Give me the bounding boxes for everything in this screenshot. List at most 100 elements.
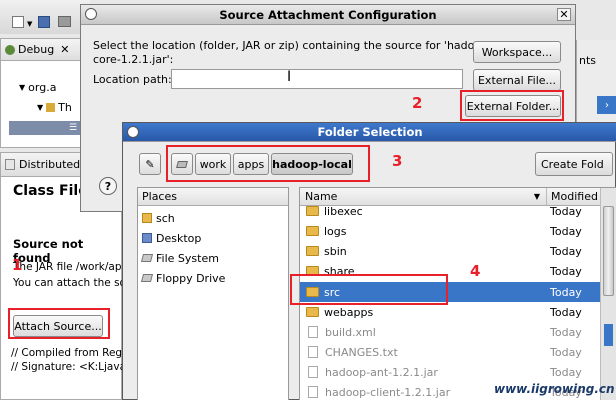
tree-row-org-label: org.a xyxy=(28,80,57,94)
tree-row-org[interactable]: ▼ org.a xyxy=(1,79,90,95)
place-home[interactable]: sch xyxy=(142,208,175,228)
expand-arrow-icon[interactable]: ▼ xyxy=(19,83,25,92)
dropdown-arrow-icon[interactable]: ▼ xyxy=(27,20,32,28)
print-icon[interactable] xyxy=(58,16,71,27)
annotation-box-external-folder xyxy=(460,90,564,121)
close-icon[interactable]: ✕ xyxy=(60,43,69,56)
annotation-label-1: 1 xyxy=(12,256,23,274)
file-name: CHANGES.txt xyxy=(325,345,398,359)
place-desktop-label: Desktop xyxy=(156,231,202,245)
scroll-marker xyxy=(604,324,613,346)
place-file-system[interactable]: File System xyxy=(140,248,219,268)
location-path-label: Location path: xyxy=(93,73,172,86)
column-name-header[interactable]: Name ▼ xyxy=(300,188,547,205)
column-modified-header[interactable]: Modified xyxy=(548,188,600,205)
class-file-icon xyxy=(5,159,15,170)
column-modified-label: Modified xyxy=(551,190,598,203)
tree-row-thread-label: Th xyxy=(58,100,72,114)
file-row-logs[interactable]: logs Today xyxy=(300,221,600,241)
watermark-text: www.iigrowing.cn xyxy=(494,382,615,396)
folder-icon xyxy=(306,226,319,236)
file-list-header: Name ▼ Modified xyxy=(300,188,600,206)
home-folder-icon xyxy=(142,213,152,223)
file-modified: Today xyxy=(550,244,582,258)
pencil-icon: ✎ xyxy=(145,157,155,171)
class-file-title: Class File xyxy=(13,183,88,199)
tab-debug[interactable]: Debug ✕ xyxy=(1,39,90,61)
places-header[interactable]: Places xyxy=(138,188,288,206)
window-menu-icon[interactable] xyxy=(127,126,139,138)
signature-text: // Signature: <K:Ljava, xyxy=(11,361,130,373)
file-modified: Today xyxy=(550,305,582,319)
attach-hint-text: You can attach the so xyxy=(13,277,126,289)
edit-location-button[interactable]: ✎ xyxy=(139,153,161,175)
desktop-icon xyxy=(142,233,152,243)
folder-icon xyxy=(306,307,319,317)
tree-row-selected[interactable]: ☰ xyxy=(9,121,90,135)
file-icon xyxy=(308,326,318,338)
tab-editor-label: DistributedF xyxy=(19,158,87,171)
file-row-sbin[interactable]: sbin Today xyxy=(300,241,600,261)
jar-path-text: The JAR file /work/app xyxy=(13,261,129,273)
scrollbar-thumb[interactable] xyxy=(603,206,614,296)
file-name: hadoop-ant-1.2.1.jar xyxy=(325,365,438,379)
file-modified: Today xyxy=(550,345,582,359)
file-list-scrollbar[interactable] xyxy=(600,188,616,400)
window-menu-icon[interactable] xyxy=(85,8,97,20)
file-name: libexec xyxy=(324,206,363,218)
floppy-icon xyxy=(140,274,154,282)
external-file-button[interactable]: External File... xyxy=(473,69,561,91)
file-name: logs xyxy=(324,224,347,238)
file-row-changes-txt[interactable]: CHANGES.txt Today xyxy=(300,342,600,362)
folder-dialog-title: Folder Selection xyxy=(317,125,423,139)
file-row-hadoop-ant[interactable]: hadoop-ant-1.2.1.jar Today xyxy=(300,362,600,382)
folder-icon xyxy=(306,206,319,216)
file-row-build-xml[interactable]: build.xml Today xyxy=(300,322,600,342)
file-icon xyxy=(308,366,318,378)
file-name: build.xml xyxy=(325,325,376,339)
source-dialog-titlebar[interactable]: Source Attachment Configuration ✕ xyxy=(81,5,575,25)
eclipse-toolbar: ▼ xyxy=(0,0,90,34)
place-floppy[interactable]: Floppy Drive xyxy=(140,268,226,288)
stack-frame-icon: ☰ xyxy=(69,123,78,133)
file-modified: Today xyxy=(550,224,582,238)
source-dialog-description-1: Select the location (folder, JAR or zip)… xyxy=(93,39,493,52)
text-cursor-icon: I xyxy=(287,69,292,85)
annotation-box-attach-source xyxy=(8,308,110,339)
debug-bug-icon xyxy=(5,44,15,55)
annotation-label-4: 4 xyxy=(470,262,481,280)
annotation-box-path-bar xyxy=(166,145,370,182)
place-file-system-label: File System xyxy=(156,251,219,265)
debug-view: Debug ✕ ▼ org.a ▼ Th ☰ xyxy=(0,38,90,148)
place-floppy-label: Floppy Drive xyxy=(156,271,226,285)
right-blue-button[interactable]: › xyxy=(597,96,616,114)
place-home-label: sch xyxy=(156,211,175,225)
source-dialog-description-2: core-1.2.1.jar': xyxy=(93,53,174,66)
thread-icon xyxy=(46,102,56,112)
tab-debug-label: Debug xyxy=(18,43,55,56)
file-row-webapps[interactable]: webapps Today xyxy=(300,302,600,322)
close-icon[interactable]: ✕ xyxy=(557,8,571,21)
file-row-libexec[interactable]: libexec Today xyxy=(300,206,600,221)
drive-icon xyxy=(140,254,154,262)
location-path-input[interactable] xyxy=(171,69,463,89)
help-icon[interactable]: ? xyxy=(99,177,117,195)
place-desktop[interactable]: Desktop xyxy=(142,228,201,248)
create-folder-button[interactable]: Create Fold xyxy=(535,152,613,176)
compiled-from-text: // Compiled from Rege xyxy=(11,347,129,359)
annotation-label-2: 2 xyxy=(412,94,423,112)
annotation-label-3: 3 xyxy=(392,152,403,170)
file-modified: Today xyxy=(550,285,582,299)
new-icon[interactable] xyxy=(12,16,24,28)
folder-dialog-titlebar[interactable]: Folder Selection xyxy=(123,123,616,142)
save-icon[interactable] xyxy=(38,16,50,28)
file-modified: Today xyxy=(550,206,582,218)
file-modified: Today xyxy=(550,325,582,339)
workspace-button[interactable]: Workspace... xyxy=(473,41,561,63)
file-icon xyxy=(308,346,318,358)
file-name: hadoop-client-1.2.1.jar xyxy=(325,385,451,399)
expand-arrow-icon[interactable]: ▼ xyxy=(37,103,43,112)
right-tab[interactable]: nts xyxy=(579,54,596,67)
tree-row-thread[interactable]: ▼ Th xyxy=(1,99,90,115)
file-name: webapps xyxy=(324,305,374,319)
